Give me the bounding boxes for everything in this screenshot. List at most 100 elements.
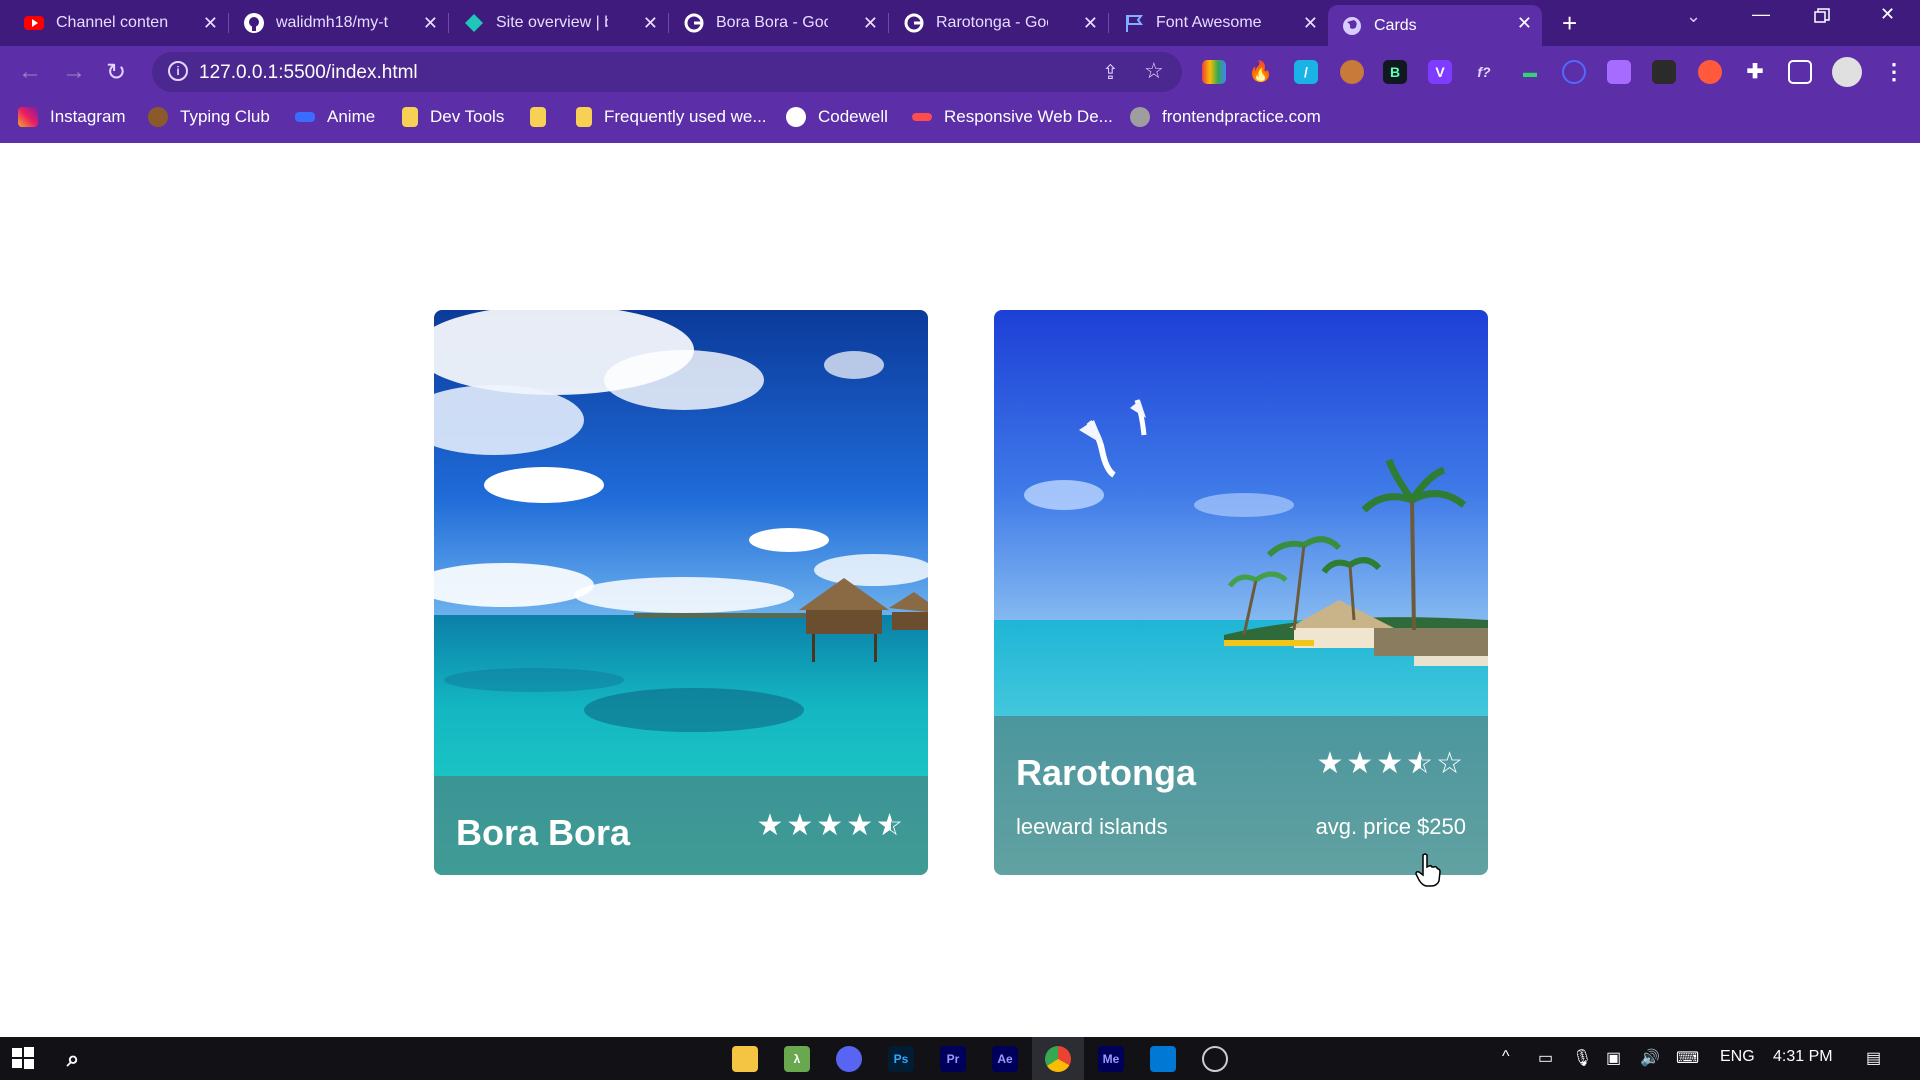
premiere-icon[interactable]: Pr: [940, 1046, 966, 1072]
media-encoder-icon[interactable]: Me: [1098, 1046, 1124, 1072]
close-tab-icon[interactable]: ✕: [643, 13, 658, 34]
bookmark-instagram[interactable]: Instagram: [18, 107, 126, 127]
photoshop-icon[interactable]: Ps: [888, 1046, 914, 1072]
bookmark-typing-club[interactable]: Typing Club: [148, 107, 270, 127]
card-info-panel: Rarotonga ★★★★☆ leeward islands avg. pri…: [994, 716, 1488, 875]
vscode-icon[interactable]: [1150, 1046, 1176, 1072]
star-full-icon: ★: [1346, 747, 1377, 780]
close-window-icon[interactable]: ✕: [1880, 4, 1895, 25]
tab-title: Site overview | be: [496, 14, 608, 31]
side-panel-icon[interactable]: [1788, 60, 1812, 84]
browser-window: Channel content ✕ walidmh18/my-t ✕ Site …: [0, 0, 1920, 143]
windows-start-icon[interactable]: [10, 1046, 36, 1072]
v-extension-icon[interactable]: V: [1428, 60, 1452, 84]
tab-cards[interactable]: Cards ✕: [1328, 5, 1542, 46]
profile-avatar[interactable]: [1832, 57, 1862, 87]
tab-title: walidmh18/my-t: [276, 14, 388, 31]
globe-icon: [1130, 107, 1150, 127]
pen-extension-icon[interactable]: /: [1294, 60, 1318, 84]
discord-icon[interactable]: [836, 1046, 862, 1072]
tab-rarotonga-google[interactable]: Rarotonga - Goo ✕: [890, 5, 1109, 41]
bookmarks-bar: Instagram Typing Club Anime Dev Tools Fr…: [0, 98, 1920, 143]
language-indicator[interactable]: ENG: [1720, 1048, 1755, 1066]
microphone-icon[interactable]: 🎙: [1572, 1048, 1592, 1068]
network-icon[interactable]: ▣: [1606, 1048, 1621, 1068]
notifications-icon[interactable]: ▤: [1866, 1048, 1881, 1068]
star-rating: ★★★★☆: [1316, 746, 1466, 781]
share-icon[interactable]: ⇪: [1102, 60, 1119, 85]
kebab-menu-icon[interactable]: ⋮: [1882, 60, 1906, 84]
bookmark-frontendpractice[interactable]: frontendpractice.com: [1130, 107, 1321, 127]
font-awesome-flag-icon: [1124, 13, 1144, 33]
chart-extension-icon[interactable]: ▬: [1518, 60, 1542, 84]
circle-extension-icon[interactable]: [1562, 60, 1586, 84]
star-empty-icon: ☆: [1436, 747, 1466, 780]
minimize-icon[interactable]: —: [1752, 4, 1770, 25]
typing-club-icon: [148, 107, 168, 127]
card-info-panel: Bora Bora ★★★★★: [434, 776, 928, 875]
dark-extension-icon[interactable]: [1652, 60, 1676, 84]
fire-extension-icon[interactable]: 🔥: [1248, 60, 1273, 84]
url-text[interactable]: 127.0.0.1:5500/index.html: [199, 62, 418, 84]
star-half-icon: ★: [1406, 746, 1436, 781]
chevron-down-icon[interactable]: ⌄: [1686, 6, 1701, 27]
folder-icon: [576, 107, 592, 127]
bookmark-anime[interactable]: Anime: [295, 107, 375, 127]
destination-card[interactable]: Bora Bora ★★★★★: [434, 310, 928, 875]
tab-title: Bora Bora - Goog: [716, 14, 828, 31]
bookmark-label: Instagram: [50, 107, 126, 126]
tab-site-overview[interactable]: Site overview | be ✕: [450, 5, 669, 41]
bookmark-folder[interactable]: [530, 107, 558, 127]
bookmark-star-icon[interactable]: ☆: [1144, 58, 1164, 84]
file-explorer-icon[interactable]: [732, 1046, 758, 1072]
restore-icon[interactable]: [1814, 8, 1830, 29]
keyboard-icon[interactable]: ⌨: [1676, 1048, 1699, 1068]
close-tab-icon[interactable]: ✕: [203, 13, 218, 34]
new-tab-icon[interactable]: +: [1562, 8, 1577, 39]
close-tab-icon[interactable]: ✕: [863, 13, 878, 34]
bookmark-frequently-used[interactable]: Frequently used we...: [576, 107, 767, 127]
red-extension-icon[interactable]: [1698, 60, 1722, 84]
site-info-icon[interactable]: i: [168, 61, 188, 81]
destination-card[interactable]: Rarotonga ★★★★☆ leeward islands avg. pri…: [994, 310, 1488, 875]
close-tab-icon[interactable]: ✕: [423, 13, 438, 34]
chrome-icon[interactable]: [1045, 1046, 1071, 1072]
close-tab-icon[interactable]: ✕: [1083, 13, 1098, 34]
back-arrow-icon[interactable]: ←: [18, 58, 42, 86]
after-effects-icon[interactable]: Ae: [992, 1046, 1018, 1072]
tab-font-awesome[interactable]: Font Awesome ✕: [1110, 5, 1328, 41]
chevron-up-icon[interactable]: ^: [1502, 1048, 1510, 1066]
lambda-icon[interactable]: λ: [784, 1046, 810, 1072]
codewell-icon: [786, 107, 806, 127]
b-extension-icon[interactable]: B: [1383, 60, 1407, 84]
cookie-extension-icon[interactable]: [1340, 60, 1364, 84]
tab-channel-content[interactable]: Channel content ✕: [10, 5, 229, 41]
bookmark-label: Responsive Web De...: [944, 107, 1113, 126]
close-tab-icon[interactable]: ✕: [1517, 13, 1532, 34]
forward-arrow-icon[interactable]: →: [62, 58, 86, 86]
tab-title: Font Awesome: [1156, 14, 1262, 31]
bookmark-label: Anime: [327, 107, 376, 126]
close-tab-icon[interactable]: ✕: [1303, 13, 1318, 34]
tab-bora-bora-google[interactable]: Bora Bora - Goog ✕: [670, 5, 889, 41]
obs-icon[interactable]: [1202, 1046, 1228, 1072]
star-full-icon: ★: [786, 809, 817, 842]
purple-extension-icon[interactable]: [1607, 60, 1631, 84]
address-bar[interactable]: i 127.0.0.1:5500/index.html ⇪ ☆: [152, 52, 1182, 92]
card-price: avg. price $250: [1315, 814, 1466, 839]
network-device-icon[interactable]: ▭: [1538, 1048, 1553, 1068]
volume-icon[interactable]: 🔊: [1640, 1048, 1660, 1068]
search-icon[interactable]: ⌕: [60, 1046, 86, 1072]
bookmark-codewell[interactable]: Codewell: [786, 107, 888, 127]
puzzle-extensions-icon[interactable]: ✚: [1743, 60, 1767, 84]
clock[interactable]: 4:31 PM: [1773, 1048, 1833, 1066]
netlify-icon: [464, 13, 484, 33]
reload-icon[interactable]: ↻: [106, 58, 126, 87]
extension-colorful-icon[interactable]: [1202, 60, 1226, 84]
tab-title: Rarotonga - Goo: [936, 14, 1048, 31]
font-question-extension-icon[interactable]: f?: [1472, 60, 1496, 84]
tab-github[interactable]: walidmh18/my-t ✕: [230, 5, 449, 41]
bookmark-dev-tools[interactable]: Dev Tools: [402, 107, 504, 127]
star-rating: ★★★★★: [756, 808, 906, 843]
bookmark-responsive-web[interactable]: Responsive Web De...: [912, 107, 1113, 127]
